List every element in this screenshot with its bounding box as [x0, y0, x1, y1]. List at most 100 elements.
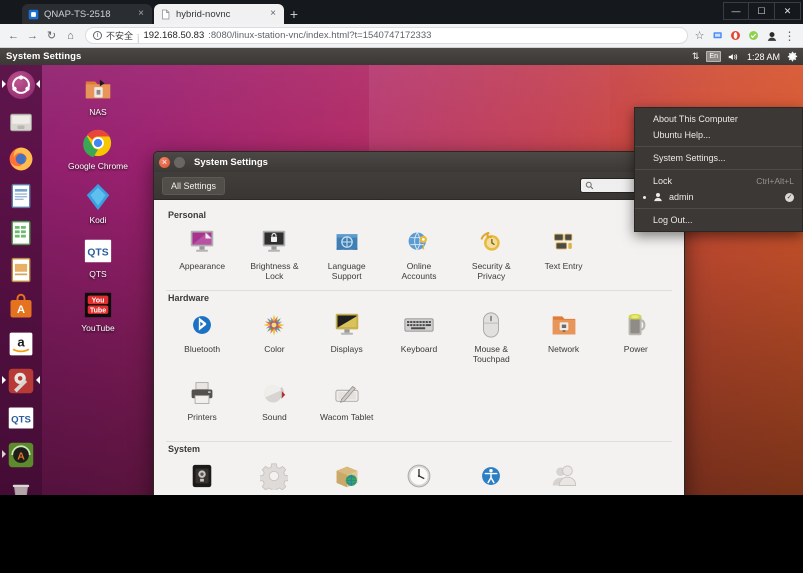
settings-cell-empty-3: [455, 373, 527, 441]
settings-item-appearance[interactable]: Appearance: [166, 222, 238, 290]
launcher-item-firefox[interactable]: [4, 142, 38, 176]
section-title-hardware: Hardware: [168, 293, 210, 303]
desktop-icon-google-chrome[interactable]: Google Chrome: [48, 126, 148, 179]
chrome-menu-icon[interactable]: ⋮: [783, 29, 796, 43]
printers-icon: [185, 377, 219, 409]
settings-item-details[interactable]: Details: [238, 456, 310, 495]
minimize-icon[interactable]: [174, 156, 185, 168]
settings-item-time-date[interactable]: Time & Date: [383, 456, 455, 495]
menu-item-system-settings[interactable]: System Settings...: [635, 150, 802, 166]
youtube-icon: You Tube: [81, 288, 115, 322]
settings-item-keyboard[interactable]: Keyboard: [383, 305, 455, 373]
sound-icon: [257, 377, 291, 409]
time-date-icon: [402, 460, 436, 492]
launcher-item-amazon[interactable]: a: [4, 327, 38, 361]
settings-item-online-accounts[interactable]: Online Accounts: [383, 222, 455, 290]
page-favicon-icon: [162, 9, 170, 19]
gear-icon[interactable]: [787, 51, 798, 62]
settings-item-power-label: Power: [623, 344, 648, 354]
launcher-item-libreoffice-writer[interactable]: [4, 179, 38, 213]
menu-item-ubuntu-help[interactable]: Ubuntu Help...: [635, 127, 802, 143]
desktop-icon-nas[interactable]: NAS: [48, 72, 148, 125]
settings-item-wacom-tablet[interactable]: Wacom Tablet: [311, 373, 383, 441]
desktop-icon-kodi[interactable]: Kodi: [48, 180, 148, 233]
settings-item-wacom-tablet-label: Wacom Tablet: [320, 412, 374, 422]
settings-item-brightness-lock[interactable]: Brightness & Lock: [238, 222, 310, 290]
network-indicator-icon[interactable]: ⇅: [692, 51, 700, 62]
omnibox-icons: ☆ ⋮: [693, 29, 799, 43]
system-settings-titlebar[interactable]: System Settings: [154, 152, 684, 172]
user-icon: [653, 192, 663, 202]
settings-item-displays[interactable]: Displays: [311, 305, 383, 373]
settings-item-mouse-touchpad[interactable]: Mouse & Touchpad: [455, 305, 527, 373]
browser-tab-0-close-icon[interactable]: ×: [136, 9, 146, 19]
settings-item-printers[interactable]: Printers: [166, 373, 238, 441]
menu-item-lock[interactable]: Lock Ctrl+Alt+L: [635, 173, 802, 189]
browser-tab-1[interactable]: hybrid-novnc ×: [154, 4, 284, 24]
settings-item-network[interactable]: Network: [527, 305, 599, 373]
brightness-lock-icon: [257, 226, 291, 258]
launcher-item-libreoffice-impress[interactable]: [4, 253, 38, 287]
window-close-button[interactable]: ✕: [775, 2, 801, 20]
close-icon[interactable]: [159, 156, 170, 168]
settings-item-color[interactable]: Color: [238, 305, 310, 373]
settings-item-backups[interactable]: Backups: [166, 456, 238, 495]
launcher-item-libreoffice-calc[interactable]: [4, 216, 38, 250]
keyboard-layout-indicator[interactable]: En: [706, 51, 721, 62]
shield-extension-icon[interactable]: [747, 29, 760, 42]
settings-item-security-privacy[interactable]: Security & Privacy: [455, 222, 527, 290]
launcher-item-system-settings[interactable]: [2, 364, 40, 398]
desktop-icon-youtube[interactable]: You Tube YouTube: [48, 288, 148, 341]
back-icon[interactable]: ←: [4, 26, 23, 45]
appearance-icon: [185, 226, 219, 258]
settings-item-user-accounts[interactable]: UserAccounts: [527, 456, 599, 495]
settings-item-power[interactable]: Power: [600, 305, 672, 373]
all-settings-button[interactable]: All Settings: [162, 176, 226, 195]
forward-icon[interactable]: →: [23, 26, 42, 45]
active-user-bullet: [643, 196, 646, 199]
settings-item-text-entry[interactable]: Text Entry: [527, 222, 599, 290]
desktop-icon-qts[interactable]: QTS QTS: [48, 234, 148, 287]
settings-item-bluetooth[interactable]: Bluetooth: [166, 305, 238, 373]
backups-icon: [185, 460, 219, 492]
home-icon[interactable]: ⌂: [61, 26, 80, 45]
window-minimize-button[interactable]: —: [723, 2, 749, 20]
menu-item-log-out[interactable]: Log Out...: [635, 212, 802, 228]
menu-item-user-admin[interactable]: admin ✓: [635, 189, 802, 205]
new-tab-button[interactable]: +: [286, 7, 302, 23]
system-settings-window[interactable]: System Settings All Settings Personal: [153, 151, 685, 495]
address-bar[interactable]: i 不安全 | 192.168.50.83 :8080/linux-statio…: [85, 27, 688, 44]
launcher-item-software-updater[interactable]: A: [2, 438, 38, 472]
settings-item-software-updates[interactable]: Software &Updates: [311, 456, 383, 495]
browser-tab-1-close-icon[interactable]: ×: [268, 9, 278, 19]
site-info-icon[interactable]: i: [93, 31, 102, 40]
qnap-favicon-icon: [28, 9, 39, 19]
browser-omnibox-bar: ← → ↻ ⌂ i 不安全 | 192.168.50.83 :8080/linu…: [0, 24, 803, 48]
volume-indicator-icon[interactable]: [728, 52, 740, 62]
settings-item-sound[interactable]: Sound: [238, 373, 310, 441]
profile-avatar[interactable]: [765, 29, 778, 42]
settings-item-language-support[interactable]: Language Support: [311, 222, 383, 290]
vnc-viewport[interactable]: System Settings ⇅ En 1:28 AM A a QTS A N…: [0, 48, 803, 495]
launcher-item-qts[interactable]: QTS: [4, 401, 38, 435]
browser-tab-0[interactable]: QNAP-TS-2518 ×: [22, 4, 152, 24]
bookmark-star-icon[interactable]: ☆: [693, 29, 706, 42]
launcher-item-ubuntu-software[interactable]: A: [4, 290, 38, 324]
launcher-item-ubuntu-dash[interactable]: [2, 68, 40, 102]
mouse-touchpad-icon: [474, 309, 508, 341]
window-maximize-button[interactable]: ☐: [749, 2, 775, 20]
reload-icon[interactable]: ↻: [42, 26, 61, 45]
unity-launcher: A a QTS A: [0, 65, 42, 495]
settings-cell-empty-2: [383, 373, 455, 441]
settings-item-printers-label: Printers: [187, 412, 217, 422]
clock-indicator[interactable]: 1:28 AM: [747, 52, 780, 62]
settings-item-universal-access[interactable]: UniversalAccess: [455, 456, 527, 495]
panel-indicators: ⇅ En 1:28 AM: [692, 51, 803, 62]
launcher-item-trash[interactable]: [4, 475, 38, 495]
launcher-item-files[interactable]: [4, 105, 38, 139]
menu-item-lock-label: Lock: [653, 176, 673, 186]
cast-icon[interactable]: [711, 29, 724, 42]
opera-extension-icon[interactable]: [729, 29, 742, 42]
svg-text:QTS: QTS: [11, 414, 31, 425]
menu-item-about-this-computer[interactable]: About This Computer: [635, 111, 802, 127]
